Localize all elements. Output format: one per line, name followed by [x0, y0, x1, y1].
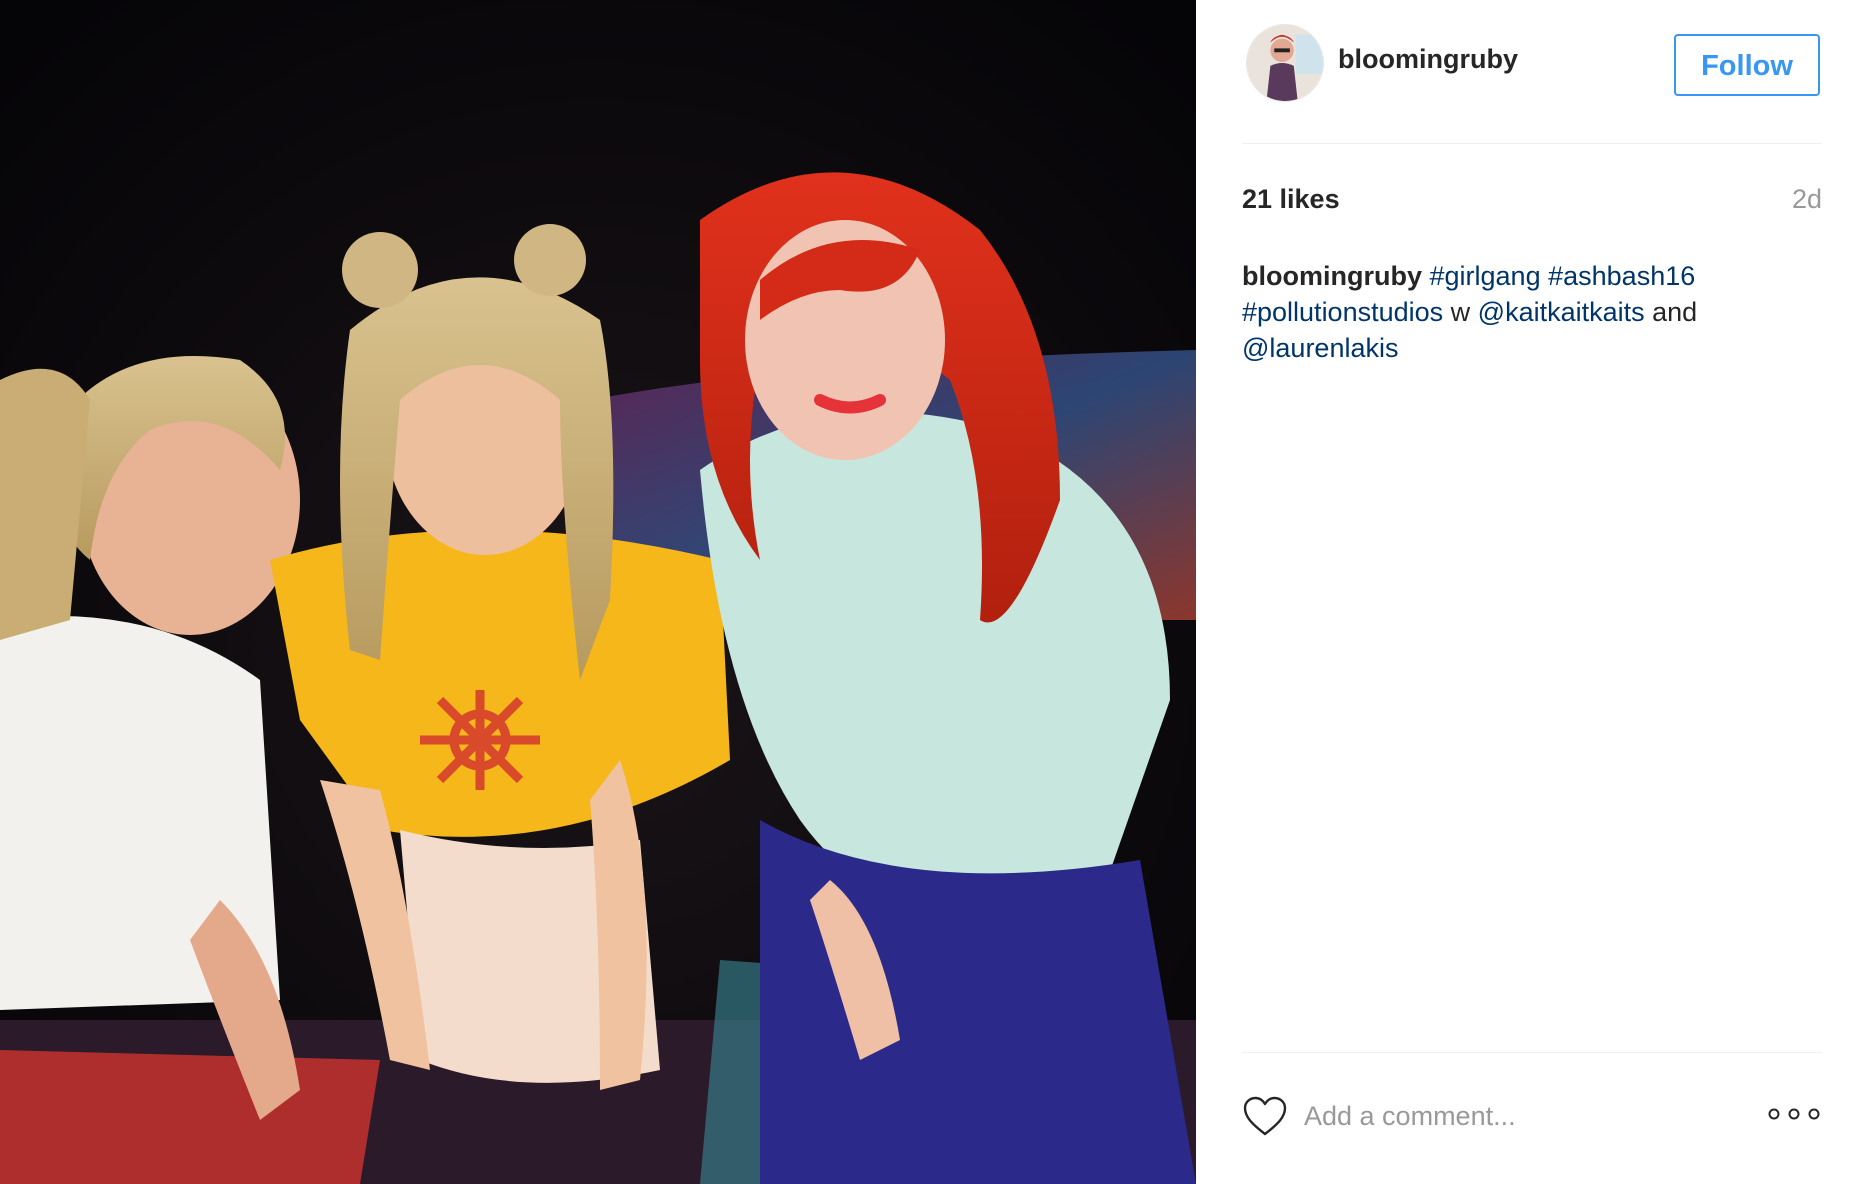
caption-text: w	[1443, 297, 1478, 327]
caption-text	[1541, 261, 1549, 291]
caption-text: and	[1644, 297, 1698, 327]
follow-button[interactable]: Follow	[1674, 34, 1820, 96]
more-options-icon[interactable]	[1766, 1101, 1822, 1127]
comment-bar	[1242, 1052, 1822, 1184]
post-photo[interactable]	[0, 0, 1196, 1184]
likes-count[interactable]: 21 likes	[1242, 184, 1340, 215]
post-caption: bloomingruby #girlgang #ashbash16 #pollu…	[1242, 258, 1802, 366]
post-header: bloomingruby Follow	[1242, 0, 1822, 144]
post-side-panel: bloomingruby Follow 21 likes 2d blooming…	[1196, 0, 1852, 1184]
mention-link[interactable]: @kaitkaitkaits	[1478, 297, 1645, 327]
hashtag-link[interactable]: #ashbash16	[1548, 261, 1695, 291]
post-timestamp[interactable]: 2d	[1792, 184, 1822, 215]
header-username[interactable]: bloomingruby	[1338, 44, 1518, 75]
caption-username[interactable]: bloomingruby	[1242, 261, 1422, 291]
heart-outline-icon[interactable]	[1242, 1095, 1288, 1137]
hashtag-link[interactable]: #pollutionstudios	[1242, 297, 1443, 327]
avatar[interactable]	[1246, 24, 1324, 102]
avatar-image	[1247, 25, 1323, 101]
photo-image	[0, 0, 1196, 1184]
mention-link[interactable]: @laurenlakis	[1242, 333, 1398, 363]
hashtag-link[interactable]: #girlgang	[1430, 261, 1541, 291]
comment-input[interactable]	[1304, 1093, 1744, 1139]
